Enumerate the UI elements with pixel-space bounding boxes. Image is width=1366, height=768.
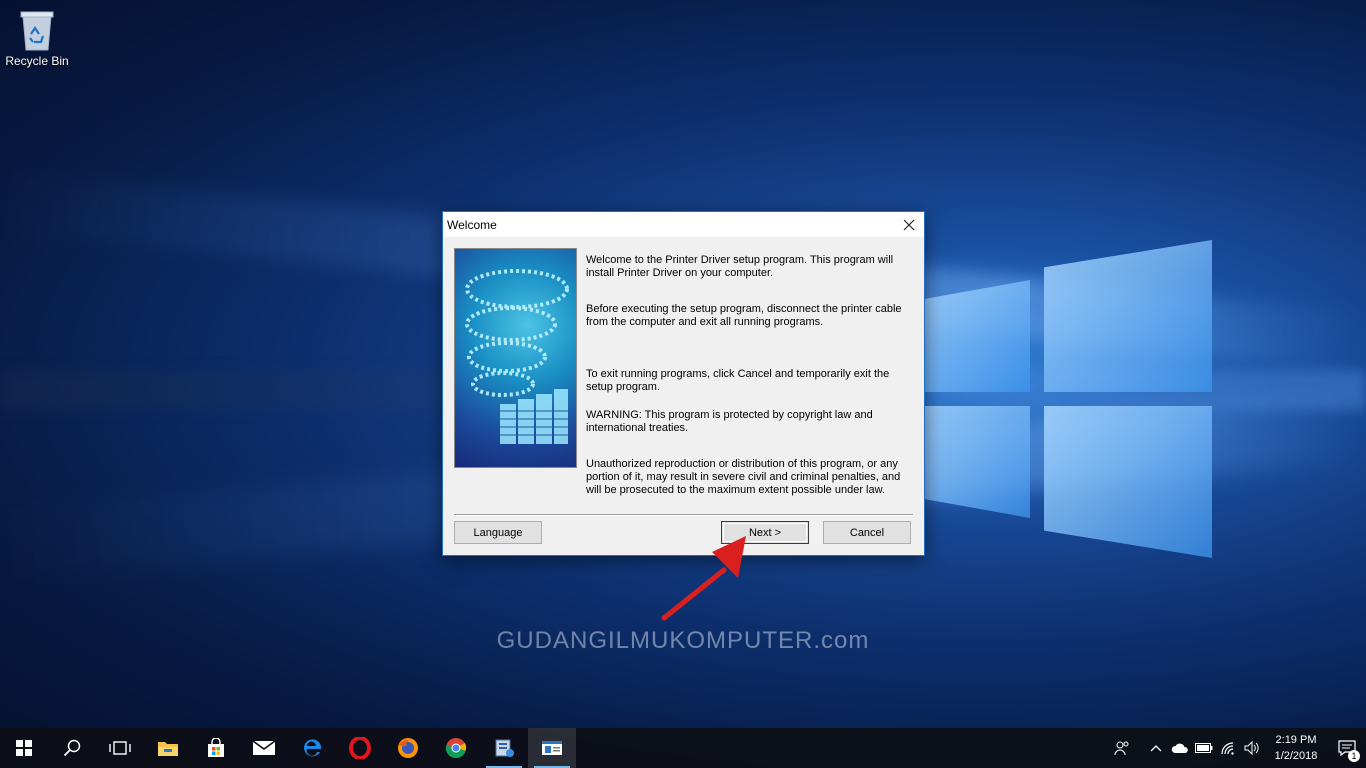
- onedrive-button[interactable]: [1168, 728, 1192, 768]
- taskbar-mail[interactable]: [240, 728, 288, 768]
- volume-icon: [1244, 741, 1259, 755]
- mail-icon: [252, 740, 276, 755]
- network-button[interactable]: [1216, 728, 1240, 768]
- taskbar-setup-app[interactable]: [480, 728, 528, 768]
- message-paragraph: Welcome to the Printer Driver setup prog…: [586, 254, 894, 279]
- taskbar-file-explorer[interactable]: [144, 728, 192, 768]
- show-hidden-icons-button[interactable]: [1144, 728, 1168, 768]
- taskbar-setup-window[interactable]: [528, 728, 576, 768]
- taskbar: 2:19 PM 1/2/2018 1: [0, 728, 1366, 768]
- message-paragraph: To exit running programs, click Cancel a…: [586, 368, 890, 393]
- battery-button[interactable]: [1192, 728, 1216, 768]
- chevron-up-icon: [1150, 745, 1162, 752]
- annotation-arrow-icon: [661, 536, 746, 621]
- message-paragraph: Before executing the setup program, disc…: [586, 303, 902, 328]
- notification-badge: 1: [1348, 750, 1360, 762]
- taskbar-opera[interactable]: [336, 728, 384, 768]
- people-button[interactable]: [1110, 728, 1134, 768]
- firefox-icon: [398, 738, 418, 758]
- recycle-bin-icon: [17, 6, 57, 52]
- action-center-button[interactable]: 1: [1328, 728, 1366, 768]
- start-button[interactable]: [0, 728, 48, 768]
- setup-app-icon: [495, 739, 514, 757]
- windows-logo-wallpaper: [918, 240, 1218, 560]
- task-view-button[interactable]: [96, 728, 144, 768]
- opera-icon: [349, 737, 371, 759]
- dialog-message: Welcome to the Printer Driver setup prog…: [586, 254, 912, 497]
- taskbar-chrome[interactable]: [432, 728, 480, 768]
- people-icon: [1114, 741, 1129, 756]
- file-explorer-icon: [158, 742, 178, 756]
- close-icon: [903, 219, 915, 230]
- watermark-text: GUDANGILMUKOMPUTER.com: [496, 627, 870, 654]
- close-button[interactable]: [894, 212, 924, 237]
- system-tray: 2:19 PM 1/2/2018 1: [1110, 728, 1366, 768]
- message-paragraph: WARNING: This program is protected by co…: [586, 409, 873, 434]
- desktop-icon-recycle-bin[interactable]: Recycle Bin: [3, 6, 71, 68]
- taskbar-store[interactable]: [192, 728, 240, 768]
- chrome-icon: [445, 738, 467, 759]
- clock-time: 2:19 PM: [1275, 734, 1317, 746]
- clock[interactable]: 2:19 PM 1/2/2018: [1264, 732, 1328, 764]
- task-view-icon: [109, 741, 131, 755]
- welcome-dialog: Welcome Welcome to the Printer Driver se…: [442, 211, 925, 556]
- search-button[interactable]: [48, 728, 96, 768]
- search-icon: [63, 739, 81, 757]
- message-paragraph: Unauthorized reproduction or distributio…: [586, 458, 901, 496]
- windows-start-icon: [16, 740, 32, 756]
- onedrive-icon: [1171, 743, 1188, 753]
- volume-button[interactable]: [1240, 728, 1264, 768]
- store-icon: [208, 738, 224, 757]
- edge-icon: [304, 739, 322, 757]
- battery-icon: [1195, 743, 1213, 753]
- dialog-title: Welcome: [447, 217, 497, 232]
- setup-window-icon: [542, 741, 562, 755]
- setup-banner-image: [454, 248, 577, 468]
- taskbar-firefox[interactable]: [384, 728, 432, 768]
- taskbar-edge[interactable]: [288, 728, 336, 768]
- dialog-titlebar[interactable]: Welcome: [443, 212, 924, 237]
- wifi-icon: [1221, 742, 1234, 755]
- dialog-divider: [454, 514, 913, 516]
- cancel-button[interactable]: Cancel: [823, 521, 911, 544]
- desktop-icon-label: Recycle Bin: [5, 54, 69, 68]
- clock-date: 1/2/2018: [1274, 750, 1318, 762]
- language-button[interactable]: Language: [454, 521, 542, 544]
